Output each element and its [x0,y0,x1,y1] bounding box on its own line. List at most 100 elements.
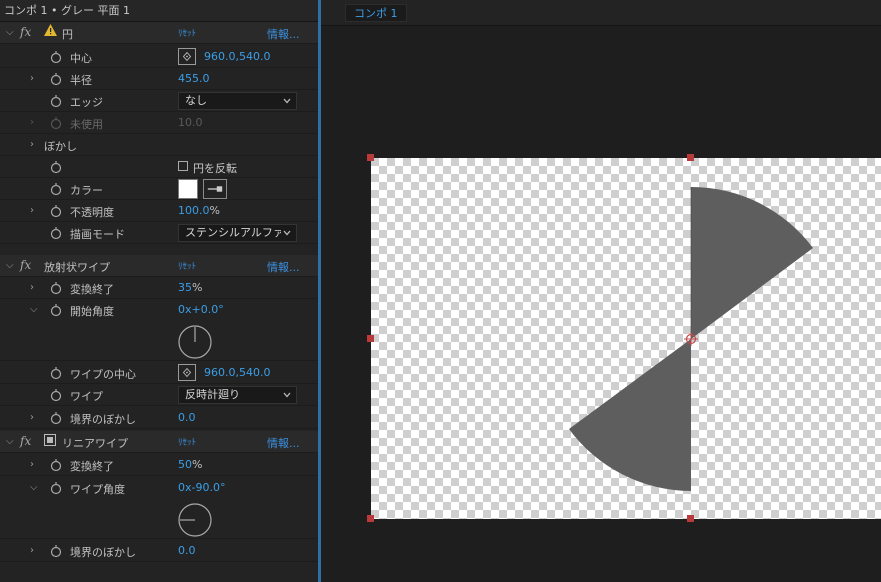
panel-title: コンポ 1 • グレー 平面 1 [0,0,320,22]
wipe-direction-dropdown[interactable]: 反時計廻り [178,386,297,404]
color-swatch[interactable] [178,179,198,199]
target-icon[interactable] [178,364,196,381]
reset-link[interactable]: ﾘｾｯﾄ [178,26,196,39]
comp-tab[interactable]: コンポ 1 [345,4,407,22]
prop-row-wipe: ワイプ 反時計廻り [0,384,318,406]
info-link[interactable]: 情報... [267,259,300,275]
stopwatch-icon[interactable] [50,544,62,558]
stopwatch-icon[interactable] [50,388,62,402]
unused-value: 10.0 [178,116,203,129]
stopwatch-icon[interactable] [50,303,62,317]
prop-label: カラー [70,184,103,197]
stopwatch-icon[interactable] [50,204,62,218]
twirl-open-icon[interactable]: ⌵ [6,260,14,272]
start-angle-value[interactable]: 0x+0.0° [178,303,224,316]
dropdown-value: ステンシルアルファ [185,226,284,239]
twirl-closed-icon[interactable]: › [30,73,34,85]
completion-value[interactable]: 50% [178,458,202,471]
angle-dial-icon[interactable] [178,503,212,537]
chevron-down-icon [281,388,293,402]
stopwatch-icon[interactable] [50,281,62,295]
prop-row-wipe-center: ワイプの中心 960.0,540.0 [0,362,318,384]
fx-icon[interactable]: fx [20,434,31,448]
effect-header-radial-wipe[interactable]: ⌵ fx 放射状ワイプ ﾘｾｯﾄ 情報... [0,255,318,277]
radius-value[interactable]: 455.0 [178,72,210,85]
twirl-open-icon[interactable]: ⌵ [6,27,14,39]
composition-viewer[interactable] [321,26,881,582]
wipe-center-value[interactable]: 960.0,540.0 [204,366,270,379]
prop-row-feather: › 境界のぼかし 0.0 [0,407,318,429]
stopwatch-icon[interactable] [50,50,62,64]
twirl-closed-icon[interactable]: › [30,459,34,471]
prop-row-invert: 円を反転 [0,156,318,178]
fx-icon[interactable]: fx [20,25,31,39]
prop-label: ワイプの中心 [70,368,136,381]
prop-label: 描画モード [70,228,125,241]
stopwatch-icon[interactable] [50,226,62,240]
prop-row-transition-completion: › 変換終了 50% [0,454,318,476]
feather-value[interactable]: 0.0 [178,544,196,557]
handle-top-center[interactable] [687,154,694,161]
effect-name: 円 [62,28,73,41]
stopwatch-icon[interactable] [50,411,62,425]
edge-dropdown[interactable]: なし [178,92,297,110]
composition-panel: コンポ 1 [321,0,881,582]
twirl-closed-icon[interactable]: › [30,412,34,424]
eyedropper-icon[interactable] [203,179,227,199]
stopwatch-icon[interactable] [50,160,62,174]
completion-value[interactable]: 35% [178,281,202,294]
stopwatch-icon[interactable] [50,366,62,380]
reset-link[interactable]: ﾘｾｯﾄ [178,259,196,272]
stopwatch-icon[interactable] [50,72,62,86]
prop-label: エッジ [70,96,103,109]
mask-icon [44,434,56,446]
center-value[interactable]: 960.0,540.0 [204,50,270,63]
angle-dial-icon[interactable] [178,325,212,359]
stopwatch-icon[interactable] [50,458,62,472]
twirl-open-icon[interactable]: ⌵ [30,482,38,494]
prop-label: ぼかし [44,140,77,153]
feather-value[interactable]: 0.0 [178,411,196,424]
handle-bottom-left[interactable] [367,515,374,522]
opacity-value[interactable]: 100.0% [178,204,220,217]
prop-label: 半径 [70,74,92,87]
target-icon[interactable] [178,48,196,65]
chevron-down-icon [281,226,293,240]
twirl-closed-icon: › [30,117,34,128]
twirl-closed-icon[interactable]: › [30,282,34,294]
reset-link[interactable]: ﾘｾｯﾄ [178,435,196,448]
stopwatch-icon[interactable] [50,94,62,108]
comp-tab-bar: コンポ 1 [321,0,881,26]
stopwatch-icon[interactable] [50,182,62,196]
effect-header-circle[interactable]: ⌵ fx 円 ﾘｾｯﾄ 情報... [0,22,318,44]
handle-top-left[interactable] [367,154,374,161]
effect-header-linear-wipe[interactable]: ⌵ fx リニアワイプ ﾘｾｯﾄ 情報... [0,431,318,453]
twirl-closed-icon[interactable]: › [30,139,34,151]
handle-middle-left[interactable] [367,335,374,342]
info-link[interactable]: 情報... [267,435,300,451]
stopwatch-icon[interactable] [50,481,62,495]
invert-checkbox[interactable] [178,161,188,171]
handle-bottom-center[interactable] [687,515,694,522]
effect-controls-panel: コンポ 1 • グレー 平面 1 ⌵ fx 円 ﾘｾｯﾄ 情報... 中心 96… [0,0,320,582]
prop-label: 変換終了 [70,283,114,296]
twirl-closed-icon[interactable]: › [30,205,34,217]
blend-mode-dropdown[interactable]: ステンシルアルファ [178,224,297,242]
prop-label: 未使用 [70,118,103,131]
prop-row-feather: › ぼかし [0,134,318,156]
prop-row-unused: › 未使用 10.0 [0,112,318,134]
twirl-open-icon[interactable]: ⌵ [6,436,14,448]
prop-row-feather: › 境界のぼかし 0.0 [0,540,318,562]
prop-row-radius: › 半径 455.0 [0,68,318,90]
twirl-closed-icon[interactable]: › [30,545,34,557]
prop-label: 境界のぼかし [70,546,136,559]
prop-label: ワイプ [70,390,103,403]
prop-row-start-angle: ⌵ 開始角度 0x+0.0° [0,299,318,361]
prop-label: 不透明度 [70,206,114,219]
dropdown-value: なし [185,94,207,107]
prop-label: 変換終了 [70,460,114,473]
twirl-open-icon[interactable]: ⌵ [30,304,38,316]
fx-icon[interactable]: fx [20,258,31,272]
info-link[interactable]: 情報... [267,26,300,42]
wipe-angle-value[interactable]: 0x-90.0° [178,481,225,494]
